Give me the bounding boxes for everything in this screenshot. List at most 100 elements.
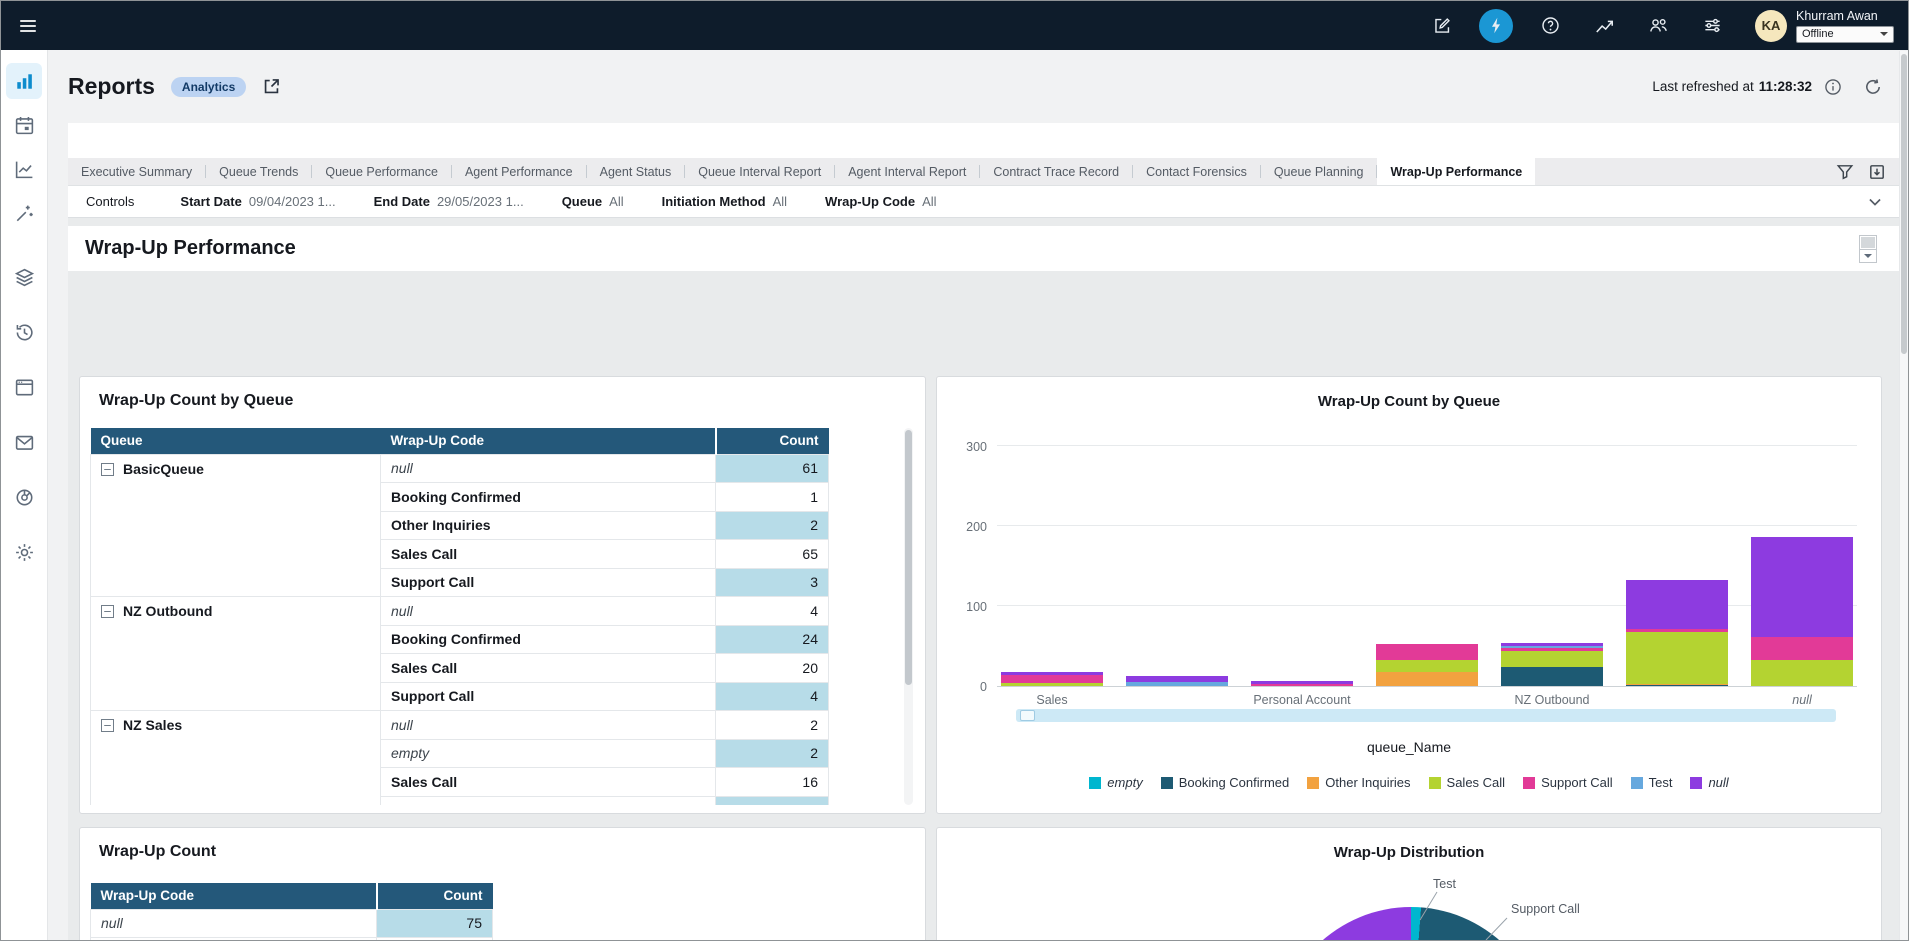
info-icon[interactable]	[1824, 78, 1842, 96]
legend-label: Booking Confirmed	[1179, 775, 1290, 790]
bar-segment-sales-call[interactable]	[1376, 660, 1478, 672]
queue-cell	[91, 511, 381, 540]
stacked-bar-personal-account[interactable]	[1251, 681, 1353, 686]
legend-swatch	[1307, 777, 1319, 789]
bar-segment-support-call[interactable]	[1376, 644, 1478, 660]
scroll-down-icon[interactable]	[1860, 249, 1876, 262]
count-cell: 1	[716, 483, 829, 512]
collapse-icon[interactable]	[101, 463, 114, 476]
count-table-title: Wrap-Up Count	[99, 843, 216, 861]
legend-item-null[interactable]: null	[1690, 775, 1728, 790]
sliders-icon[interactable]	[1695, 9, 1729, 43]
tab-agent-status[interactable]: Agent Status	[587, 158, 685, 185]
filter-start-date[interactable]: Start Date09/04/2023 1...	[180, 194, 335, 209]
count-table-card: Wrap-Up Count Wrap-Up CodeCountnull75emp…	[79, 827, 926, 940]
sidebar-item-history[interactable]	[6, 314, 42, 350]
collapse-icon[interactable]	[101, 605, 114, 618]
bar-segment-sales-call[interactable]	[1001, 683, 1103, 686]
refresh-icon[interactable]	[1864, 78, 1882, 96]
chart-zoom-scrollbar[interactable]	[1016, 709, 1836, 722]
filter-end-date[interactable]: End Date29/05/2023 1...	[374, 194, 524, 209]
legend-label: Sales Call	[1447, 775, 1506, 790]
bar-segment-support-call[interactable]	[1251, 684, 1353, 686]
metrics-icon[interactable]	[1587, 9, 1621, 43]
sidebar-item-window[interactable]	[6, 369, 42, 405]
legend-item-booking-confirmed[interactable]: Booking Confirmed	[1161, 775, 1290, 790]
tab-wrap-up-performance[interactable]: Wrap-Up Performance	[1377, 158, 1535, 185]
tab-queue-trends[interactable]: Queue Trends	[206, 158, 311, 185]
stacked-bar-null[interactable]	[1751, 537, 1853, 686]
help-icon[interactable]	[1533, 9, 1567, 43]
menu-icon[interactable]	[15, 13, 41, 39]
sidebar-item-line-chart[interactable]	[6, 151, 42, 187]
page-title: Reports	[68, 73, 155, 100]
x-tick-label: Sales	[972, 693, 1132, 707]
pivot-scrollbar-thumb[interactable]	[905, 430, 912, 685]
tab-queue-planning[interactable]: Queue Planning	[1261, 158, 1377, 185]
filter-initiation-method[interactable]: Initiation MethodAll	[662, 194, 787, 209]
legend-item-other-inquiries[interactable]: Other Inquiries	[1307, 775, 1410, 790]
queue-cell	[91, 654, 381, 683]
collapse-icon[interactable]	[101, 719, 114, 732]
stacked-bar-nz-outbound[interactable]	[1501, 643, 1603, 686]
tab-agent-performance[interactable]: Agent Performance	[452, 158, 586, 185]
y-tick-label: 200	[947, 520, 987, 534]
bar-segment-test[interactable]	[1126, 682, 1228, 686]
sidebar-item-gear[interactable]	[6, 534, 42, 570]
filter-value: All	[609, 194, 623, 209]
tab-contract-trace-record[interactable]: Contract Trace Record	[980, 158, 1132, 185]
stacked-bar[interactable]	[1626, 580, 1728, 686]
queue-name: BasicQueue	[123, 461, 204, 477]
pie-chart[interactable]	[1277, 907, 1545, 940]
sidebar-item-bar-chart[interactable]	[6, 63, 42, 99]
sidebar-item-calendar[interactable]	[6, 107, 42, 143]
sheet-scrollbar[interactable]	[1859, 235, 1877, 263]
feedback-icon[interactable]	[1425, 9, 1459, 43]
page-scrollbar-thumb[interactable]	[1901, 54, 1907, 354]
lightning-icon[interactable]	[1479, 9, 1513, 43]
tab-queue-performance[interactable]: Queue Performance	[312, 158, 451, 185]
sidebar-item-mail[interactable]	[6, 424, 42, 460]
bar-segment-null[interactable]	[1626, 580, 1728, 629]
bar-segment-booking-confirmed[interactable]	[1626, 685, 1728, 686]
tab-agent-interval-report[interactable]: Agent Interval Report	[835, 158, 979, 185]
users-icon[interactable]	[1641, 9, 1675, 43]
sidebar-item-wand[interactable]	[6, 195, 42, 231]
sidebar-item-layers[interactable]	[6, 259, 42, 295]
export-icon[interactable]	[1868, 163, 1886, 181]
pivot-scrollbar[interactable]	[904, 428, 913, 805]
bar-segment-sales-call[interactable]	[1501, 651, 1603, 667]
stacked-bar-sales[interactable]	[1001, 672, 1103, 686]
count-cell: 20	[716, 654, 829, 683]
filter-funnel-icon[interactable]	[1836, 163, 1854, 181]
tab-queue-interval-report[interactable]: Queue Interval Report	[685, 158, 834, 185]
sidebar-item-donut[interactable]	[6, 479, 42, 515]
queue-cell	[91, 739, 381, 768]
legend-item-support-call[interactable]: Support Call	[1523, 775, 1613, 790]
tab-executive-summary[interactable]: Executive Summary	[68, 158, 205, 185]
bar-segment-other-inquiries[interactable]	[1376, 672, 1478, 686]
bar-segment-null[interactable]	[1751, 537, 1853, 637]
stacked-bar[interactable]	[1126, 676, 1228, 686]
table-row: NZ Salesnull2	[91, 711, 829, 740]
filter-queue[interactable]: QueueAll	[562, 194, 624, 209]
filter-wrap-up-code[interactable]: Wrap-Up CodeAll	[825, 194, 937, 209]
chevron-down-icon[interactable]	[1866, 193, 1884, 211]
status-select[interactable]: Offline	[1796, 26, 1894, 43]
tab-contact-forensics[interactable]: Contact Forensics	[1133, 158, 1260, 185]
legend-item-test[interactable]: Test	[1631, 775, 1673, 790]
bar-segment-booking-confirmed[interactable]	[1501, 667, 1603, 686]
bar-segment-support-call[interactable]	[1001, 675, 1103, 683]
stacked-bar[interactable]	[1376, 644, 1478, 686]
legend-item-empty[interactable]: empty	[1089, 775, 1142, 790]
legend-item-sales-call[interactable]: Sales Call	[1429, 775, 1506, 790]
external-link-icon[interactable]	[262, 77, 281, 96]
bar-segment-sales-call[interactable]	[1626, 632, 1728, 684]
sheet-scrollbar-thumb[interactable]	[1861, 237, 1875, 248]
count-cell: 24	[716, 625, 829, 654]
bar-segment-sales-call[interactable]	[1751, 660, 1853, 686]
zoom-handle[interactable]	[1020, 710, 1035, 721]
bar-segment-support-call[interactable]	[1751, 637, 1853, 659]
page-scrollbar[interactable]	[1899, 51, 1908, 940]
filter-value: 29/05/2023 1...	[437, 194, 524, 209]
